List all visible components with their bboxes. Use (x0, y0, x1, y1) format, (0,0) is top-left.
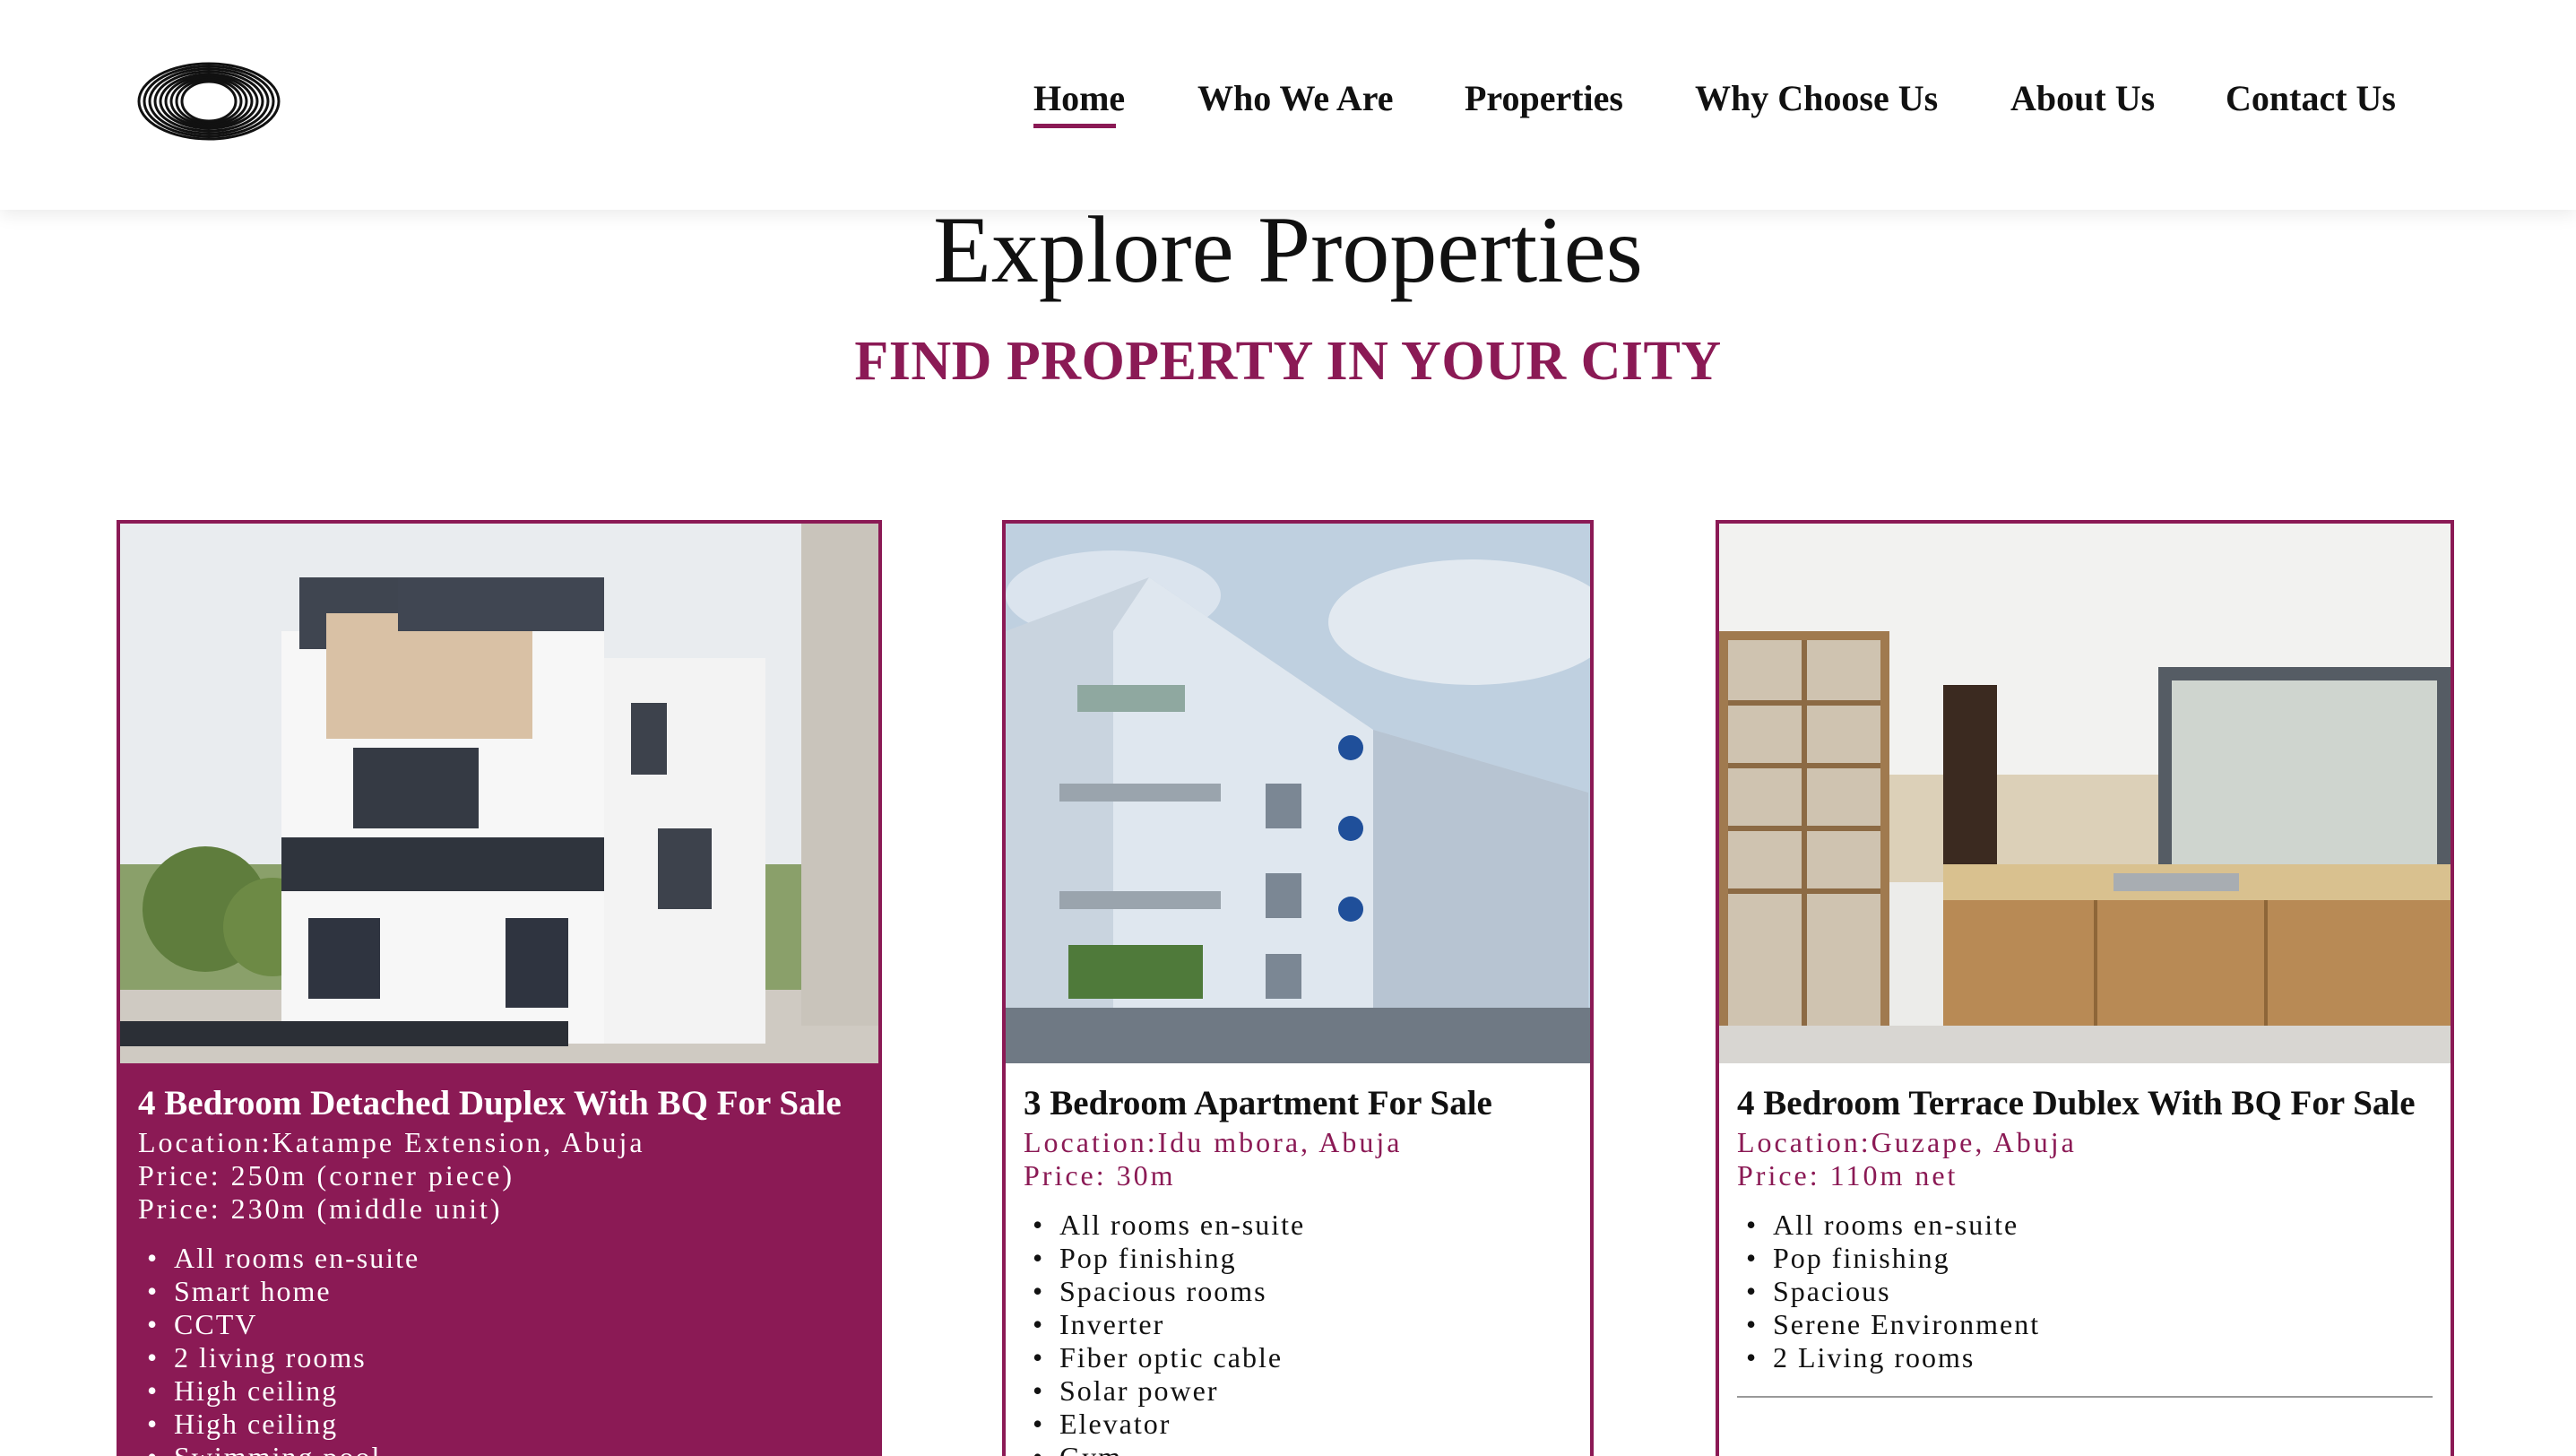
property-location: Location:Guzape, Abuja (1737, 1126, 2077, 1158)
property-title[interactable]: 3 Bedroom Apartment For Sale (1024, 1081, 1572, 1126)
nav-home[interactable]: Home (1033, 77, 1125, 128)
feature-item: CCTV (138, 1308, 860, 1341)
property-card[interactable]: 3 Bedroom Apartment For Sale Location:Id… (1002, 520, 1594, 1456)
nav-contact-us[interactable]: Contact Us (2226, 77, 2396, 119)
feature-item: Smart home (138, 1275, 860, 1308)
property-price: Price: 250m (corner piece) (138, 1159, 515, 1192)
nav-who-we-are[interactable]: Who We Are (1197, 77, 1394, 119)
main-nav: Home Who We Are Properties Why Choose Us… (0, 77, 2576, 131)
feature-list: All rooms en-suite Pop finishing Spaciou… (1024, 1209, 1572, 1456)
nav-properties[interactable]: Properties (1465, 77, 1623, 119)
card-divider (1737, 1396, 2433, 1398)
site-header: Home Who We Are Properties Why Choose Us… (0, 0, 2576, 210)
page-title: Explore Properties (933, 197, 1643, 302)
property-price: Price: 110m net (1737, 1159, 1958, 1192)
nav-about-us[interactable]: About Us (2010, 77, 2155, 119)
feature-item: Elevator (1024, 1408, 1572, 1441)
property-price: Price: 30m (1024, 1159, 1176, 1192)
nav-why-choose-us[interactable]: Why Choose Us (1695, 77, 1938, 119)
feature-item: Inverter (1024, 1308, 1572, 1341)
property-title[interactable]: 4 Bedroom Detached Duplex With BQ For Sa… (138, 1081, 860, 1126)
feature-item: Fiber optic cable (1024, 1341, 1572, 1374)
property-photo (1719, 524, 2451, 1063)
feature-item: Gym (1024, 1441, 1572, 1456)
page-subtitle: FIND PROPERTY IN YOUR CITY (854, 331, 1722, 392)
feature-item: Spacious rooms (1024, 1275, 1572, 1308)
property-location: Location:Idu mbora, Abuja (1024, 1126, 1403, 1158)
feature-item: Pop finishing (1737, 1242, 2433, 1275)
property-details: 4 Bedroom Detached Duplex With BQ For Sa… (138, 1081, 860, 1456)
property-title[interactable]: 4 Bedroom Terrace Dublex With BQ For Sal… (1737, 1081, 2433, 1126)
feature-item: All rooms en-suite (1737, 1209, 2433, 1242)
feature-list: All rooms en-suite Pop finishing Spaciou… (1737, 1209, 2433, 1374)
feature-item: Solar power (1024, 1374, 1572, 1408)
feature-item: 2 living rooms (138, 1341, 860, 1374)
feature-item: 2 Living rooms (1737, 1341, 2433, 1374)
feature-item: Spacious (1737, 1275, 2433, 1308)
feature-item: High ceiling (138, 1374, 860, 1408)
feature-item: Swimming pool (138, 1441, 860, 1456)
feature-item: All rooms en-suite (1024, 1209, 1572, 1242)
feature-item: All rooms en-suite (138, 1242, 860, 1275)
feature-item: High ceiling (138, 1408, 860, 1441)
property-photo (1006, 524, 1590, 1063)
property-photo (120, 524, 878, 1063)
property-card[interactable]: 4 Bedroom Detached Duplex With BQ For Sa… (117, 520, 882, 1456)
feature-item: Pop finishing (1024, 1242, 1572, 1275)
property-details: 4 Bedroom Terrace Dublex With BQ For Sal… (1737, 1081, 2433, 1398)
feature-list: All rooms en-suite Smart home CCTV 2 liv… (138, 1242, 860, 1456)
feature-item: Serene Environment (1737, 1308, 2433, 1341)
property-location: Location:Katampe Extension, Abuja (138, 1126, 645, 1158)
property-card[interactable]: 4 Bedroom Terrace Dublex With BQ For Sal… (1716, 520, 2454, 1456)
property-details: 3 Bedroom Apartment For Sale Location:Id… (1024, 1081, 1572, 1456)
property-price: Price: 230m (middle unit) (138, 1192, 503, 1225)
